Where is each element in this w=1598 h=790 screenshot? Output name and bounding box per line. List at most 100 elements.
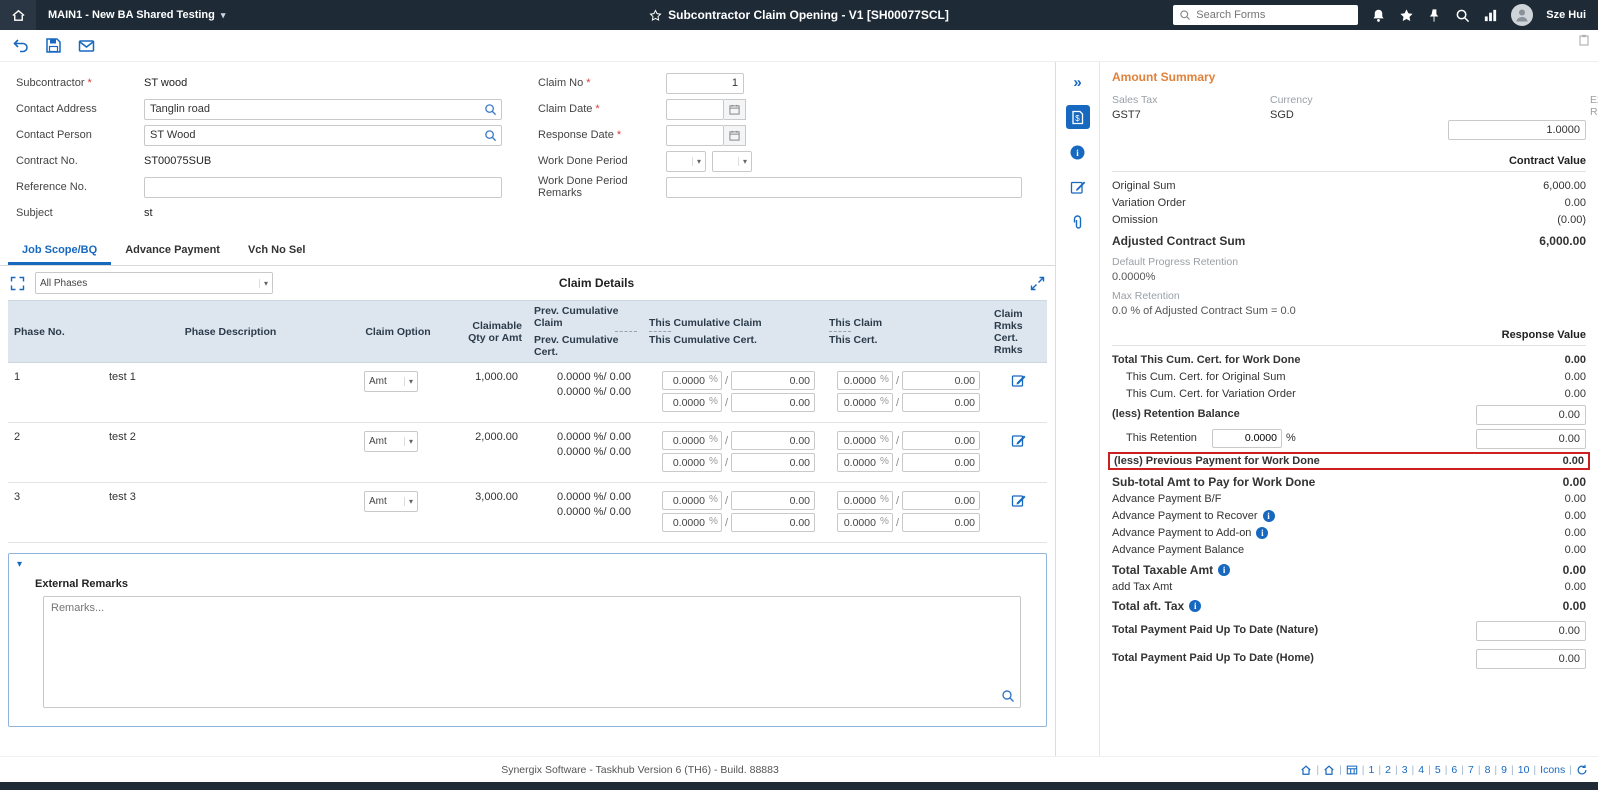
- search-icon[interactable]: [484, 103, 497, 116]
- col-this-cumulative: This Cumulative Claim This Cumulative Ce…: [643, 317, 823, 346]
- search-icon[interactable]: [1001, 689, 1015, 703]
- global-search-icon[interactable]: [1455, 8, 1470, 23]
- fullscreen-icon[interactable]: [10, 276, 25, 291]
- summary-row: Total Payment Paid Up To Date (Home): [1112, 646, 1586, 670]
- search-forms-input[interactable]: [1196, 9, 1346, 21]
- calendar-icon[interactable]: [724, 99, 746, 120]
- search-forms-box[interactable]: [1173, 5, 1358, 25]
- collapse-panel-icon[interactable]: »: [1066, 70, 1090, 94]
- sales-tax-value: GST7: [1112, 109, 1270, 121]
- paid-home-input[interactable]: [1476, 649, 1586, 669]
- clipboard-icon[interactable]: [1578, 34, 1590, 46]
- response-date-input[interactable]: [666, 125, 724, 146]
- external-remarks-textarea[interactable]: [43, 596, 1021, 708]
- retention-balance-input[interactable]: [1476, 405, 1586, 425]
- collapse-caret-icon[interactable]: ▾: [17, 559, 22, 570]
- tab-job-scope-bq[interactable]: Job Scope/BQ: [8, 236, 111, 265]
- info-tab-icon[interactable]: i: [1066, 140, 1090, 164]
- page-link[interactable]: 10: [1518, 764, 1540, 776]
- retention-balance-label: (less) Retention Balance: [1112, 408, 1240, 420]
- edit-remarks-icon[interactable]: [1011, 433, 1026, 448]
- info-icon[interactable]: i: [1256, 527, 1268, 539]
- workspace-selector[interactable]: MAIN1 - New BA Shared Testing ▾: [36, 9, 237, 21]
- this-cert-amt-input[interactable]: [902, 513, 980, 532]
- work-done-period-month-select[interactable]: ▾: [666, 151, 706, 172]
- info-icon[interactable]: i: [1263, 510, 1275, 522]
- summary-row: Sub-total Amt to Pay for Work Done 0.00: [1112, 473, 1586, 490]
- work-done-period-year-select[interactable]: ▾: [712, 151, 752, 172]
- page-link[interactable]: 5: [1435, 764, 1452, 776]
- refresh-icon[interactable]: [1576, 764, 1588, 776]
- claim-date-input[interactable]: [666, 99, 724, 120]
- info-icon[interactable]: i: [1218, 564, 1230, 576]
- notifications-bell-icon[interactable]: [1371, 8, 1386, 23]
- attachment-paperclip-icon[interactable]: [1066, 210, 1090, 234]
- work-done-period-remarks-input[interactable]: [666, 177, 1022, 198]
- contact-person-input[interactable]: [144, 125, 502, 146]
- this-cum-claim-amt-input[interactable]: [731, 431, 815, 450]
- this-cert-amt-input[interactable]: [902, 393, 980, 412]
- page-link[interactable]: 4: [1418, 764, 1435, 776]
- page-link[interactable]: 2: [1385, 764, 1402, 776]
- claim-option-select[interactable]: Amt ▾: [364, 491, 418, 512]
- tab-advance-payment[interactable]: Advance Payment: [111, 236, 234, 265]
- this-cum-cert-amt-input[interactable]: [731, 393, 815, 412]
- this-claim-amt-input[interactable]: [902, 491, 980, 510]
- save-button[interactable]: [45, 37, 62, 54]
- work-done-period-label: Work Done Period: [538, 155, 666, 167]
- this-claim-amt-input[interactable]: [902, 371, 980, 390]
- side-tool-strip: » $ i: [1056, 62, 1100, 756]
- submit-button[interactable]: [78, 37, 95, 54]
- amount-summary-tab-icon[interactable]: $: [1066, 105, 1090, 129]
- icons-link[interactable]: Icons: [1540, 764, 1576, 776]
- paid-nature-input[interactable]: [1476, 621, 1586, 641]
- edit-tab-icon[interactable]: [1066, 175, 1090, 199]
- contact-address-input[interactable]: [144, 99, 502, 120]
- search-icon[interactable]: [484, 129, 497, 142]
- tab-vch-no-sel[interactable]: Vch No Sel: [234, 236, 319, 265]
- pin-icon[interactable]: [1427, 8, 1442, 23]
- page-link[interactable]: 7: [1468, 764, 1485, 776]
- this-cum-cert-amt-input[interactable]: [731, 453, 815, 472]
- summary-row: (less) Retention Balance: [1112, 402, 1586, 426]
- claim-option-select[interactable]: Amt ▾: [364, 431, 418, 452]
- exch-rate-input[interactable]: [1448, 120, 1586, 140]
- page-link[interactable]: 6: [1451, 764, 1468, 776]
- user-avatar[interactable]: [1511, 4, 1533, 26]
- claim-no-input[interactable]: [666, 73, 744, 94]
- adv-bf-label: Advance Payment B/F: [1112, 493, 1221, 505]
- default-progress-retention-label: Default Progress Retention: [1112, 256, 1586, 268]
- nav-home-icon[interactable]: [1300, 764, 1323, 776]
- undo-button[interactable]: [12, 37, 29, 54]
- this-cum-cert-amt-input[interactable]: [731, 513, 815, 532]
- home-button[interactable]: [0, 0, 36, 30]
- external-remarks-label: External Remarks: [35, 578, 1038, 590]
- expand-diagonal-icon[interactable]: [1030, 276, 1045, 291]
- calendar-icon[interactable]: [724, 125, 746, 146]
- this-cum-claim-amt-input[interactable]: [731, 371, 815, 390]
- adjusted-contract-sum-value: 6,000.00: [1539, 234, 1586, 248]
- info-icon[interactable]: i: [1189, 600, 1201, 612]
- nav-grid-icon[interactable]: [1346, 764, 1369, 776]
- page-link[interactable]: 1: [1369, 764, 1386, 776]
- reference-no-input[interactable]: [144, 177, 502, 198]
- this-claim-amt-input[interactable]: [902, 431, 980, 450]
- header-form: Subcontractor ST wood Contact Address Co…: [0, 62, 1055, 236]
- claim-option-select[interactable]: Amt ▾: [364, 371, 418, 392]
- analytics-chart-icon[interactable]: [1483, 8, 1498, 23]
- this-retention-pct-input[interactable]: [1212, 429, 1282, 448]
- favorites-star-icon[interactable]: [1399, 8, 1414, 23]
- page-link[interactable]: 8: [1485, 764, 1502, 776]
- page-link[interactable]: 3: [1402, 764, 1419, 776]
- subtotal-label: Sub-total Amt to Pay for Work Done: [1112, 475, 1315, 489]
- svg-text:$: $: [1075, 114, 1080, 123]
- this-retention-amt-input[interactable]: [1476, 429, 1586, 449]
- edit-remarks-icon[interactable]: [1011, 373, 1026, 388]
- total-cum-cert-label: Total This Cum. Cert. for Work Done: [1112, 354, 1300, 366]
- this-cert-amt-input[interactable]: [902, 453, 980, 472]
- page-link[interactable]: 9: [1501, 764, 1518, 776]
- this-cum-claim-amt-input[interactable]: [731, 491, 815, 510]
- nav-home2-icon[interactable]: [1323, 764, 1346, 776]
- edit-remarks-icon[interactable]: [1011, 493, 1026, 508]
- phase-filter-select[interactable]: All Phases ▾: [35, 272, 273, 294]
